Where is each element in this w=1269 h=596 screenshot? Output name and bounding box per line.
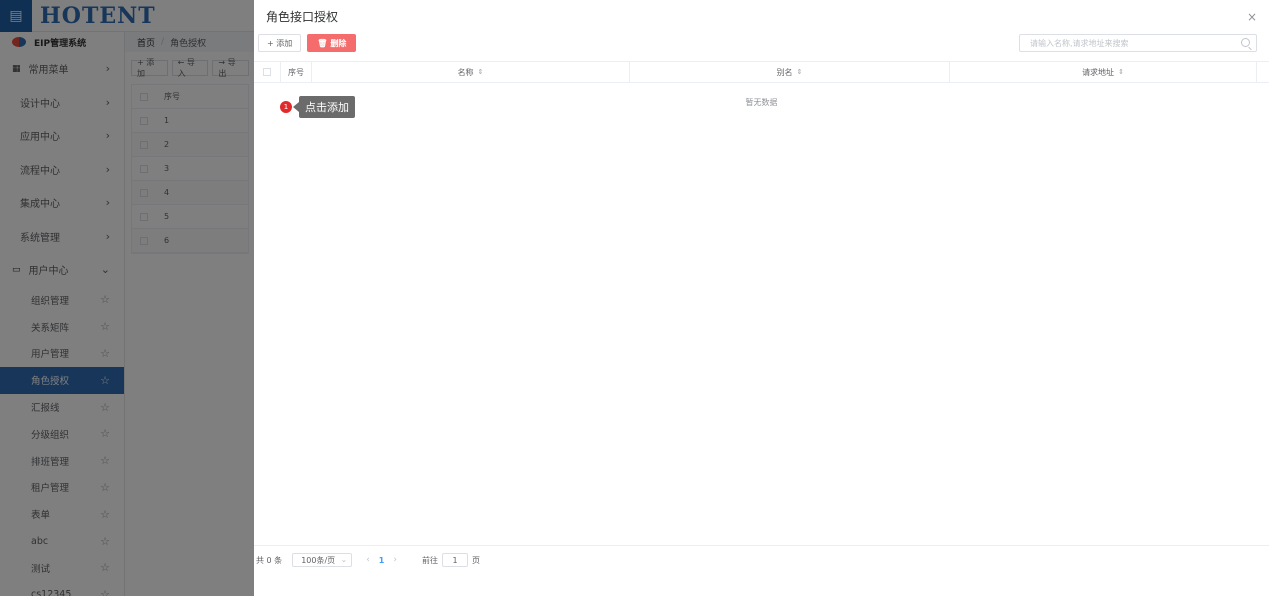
modal-overlay[interactable]	[0, 0, 255, 596]
add-button[interactable]: + 添加	[258, 34, 302, 52]
search-input[interactable]: 请输入名称,请求地址来搜索	[1019, 34, 1257, 52]
guide-tooltip[interactable]: 1 点击添加	[280, 96, 355, 118]
drawer-header: 角色接口授权	[254, 0, 1269, 32]
search-icon[interactable]	[1241, 38, 1250, 47]
table-header: 序号 名称 ⇕ 别名 ⇕ 请求地址 ⇕	[254, 61, 1269, 83]
pagination: 共 0 条 100条/页 ⌄ ‹ 1 › 前往 1 页	[254, 551, 480, 569]
goto-label: 前往	[421, 555, 438, 565]
page-suffix: 页	[471, 555, 480, 565]
chevron-down-icon: ⌄	[340, 555, 348, 564]
sort-icon[interactable]: ⇕	[478, 68, 484, 76]
search-placeholder: 请输入名称,请求地址来搜索	[1030, 38, 1129, 48]
select-all-checkbox[interactable]	[263, 68, 271, 76]
prev-page-icon[interactable]: ‹	[366, 555, 370, 565]
delete-button-label: 删除	[330, 38, 347, 48]
pager-divider	[254, 545, 1269, 546]
trash-icon: 🗑	[317, 38, 328, 48]
sort-icon[interactable]: ⇕	[797, 68, 803, 76]
step-badge: 1	[280, 101, 292, 113]
page-size-select[interactable]: 100条/页 ⌄	[292, 553, 353, 567]
column-header-label: 别名	[776, 67, 793, 77]
total-count: 共 0 条	[256, 555, 283, 565]
goto-page-value: 1	[452, 555, 458, 565]
tooltip-text: 点击添加	[299, 96, 355, 118]
empty-state-text: 暂无数据	[745, 98, 778, 107]
delete-button[interactable]: 🗑 删除	[307, 34, 357, 52]
sort-icon[interactable]: ⇕	[1118, 68, 1124, 76]
column-header-label: 名称	[457, 67, 474, 77]
column-header-label: 请求地址	[1082, 67, 1115, 77]
role-api-auth-drawer: 角色接口授权 × + 添加 🗑 删除 请输入名称,请求地址来搜索 序号 名称 ⇕	[254, 0, 1269, 596]
api-table: 序号 名称 ⇕ 别名 ⇕ 请求地址 ⇕ 暂无数据	[254, 61, 1269, 107]
drawer-toolbar: + 添加 🗑 删除 请输入名称,请求地址来搜索	[254, 32, 1269, 54]
page-size-value: 100条/页	[301, 555, 336, 565]
select-all-cell	[254, 61, 281, 83]
column-header-index: 序号	[281, 61, 312, 83]
close-icon[interactable]: ×	[1247, 10, 1257, 24]
goto-page-input[interactable]: 1	[441, 553, 468, 567]
drawer-title: 角色接口授权	[266, 9, 339, 24]
next-page-icon[interactable]: ›	[393, 555, 397, 565]
column-header-request-url[interactable]: 请求地址 ⇕	[950, 61, 1257, 83]
current-page[interactable]: 1	[379, 556, 385, 565]
column-header-label: 序号	[288, 67, 304, 77]
column-header-alias[interactable]: 别名 ⇕	[630, 61, 950, 83]
column-header-name[interactable]: 名称 ⇕	[312, 61, 630, 83]
